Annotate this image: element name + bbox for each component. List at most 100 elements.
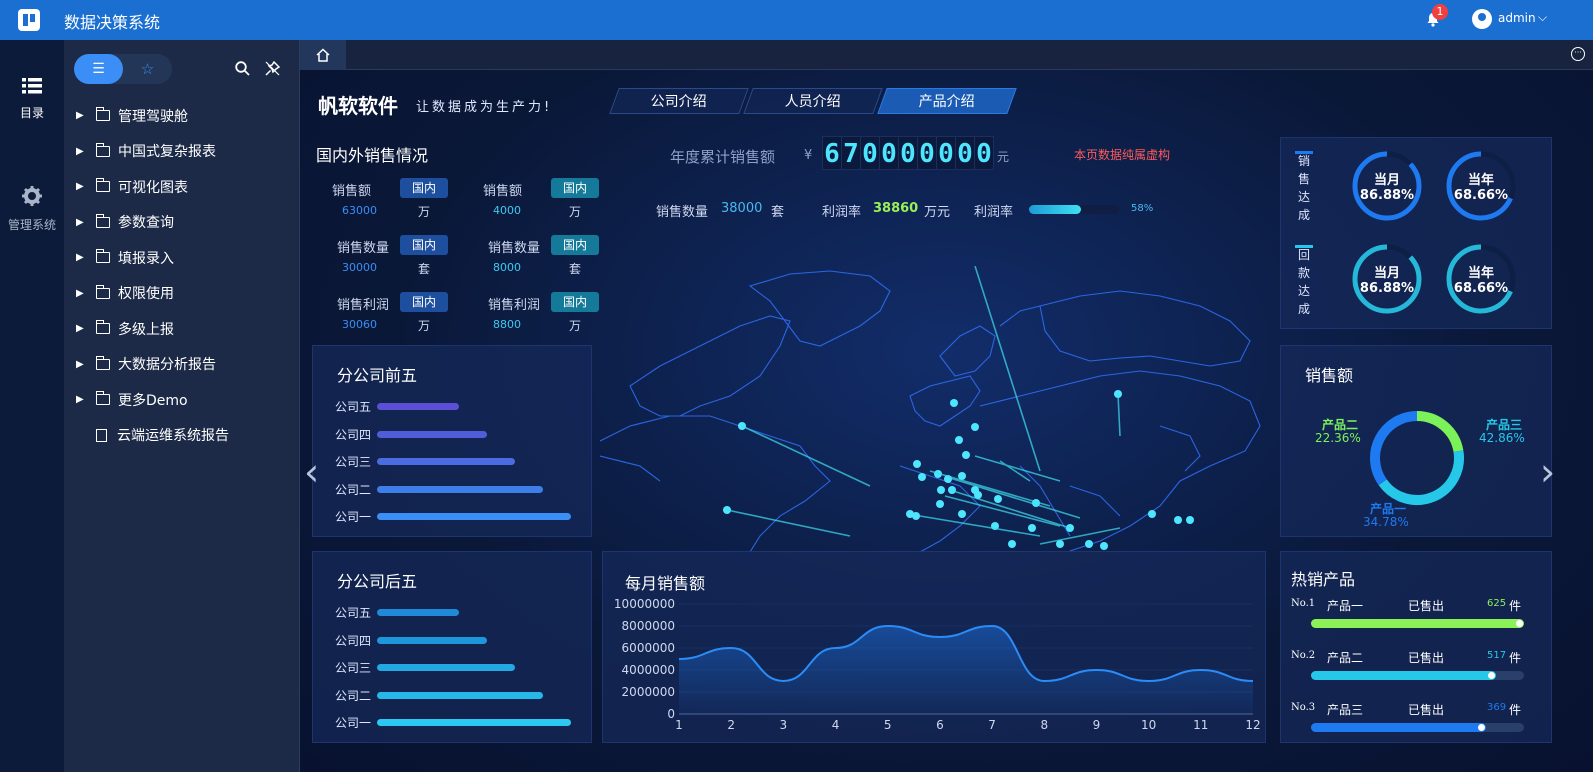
hot-product-row: No.2 产品二 已售出 517 件 bbox=[1291, 650, 1541, 690]
tree-item[interactable]: 云端运维系统报告 bbox=[64, 418, 300, 454]
rate-value: 58% bbox=[1131, 203, 1154, 214]
card-title: 分公司前五 bbox=[337, 366, 418, 385]
bar-label: 公司四 bbox=[335, 427, 372, 442]
tree-item[interactable]: ▶ 中国式复杂报表 bbox=[64, 134, 300, 170]
chevron-down-icon[interactable]: ⌵ bbox=[1538, 10, 1547, 25]
gauge-value: 86.88% bbox=[1359, 188, 1415, 203]
gauge-value: 86.88% bbox=[1359, 281, 1415, 296]
tree-item[interactable]: ▶ 可视化图表 bbox=[64, 169, 300, 205]
bar-label: 公司一 bbox=[335, 510, 372, 524]
more-icon[interactable]: ··· bbox=[1571, 47, 1585, 61]
gauge-label: 当年 68.66% bbox=[1446, 262, 1516, 296]
sold-label: 已售出 bbox=[1408, 703, 1445, 717]
tab-company[interactable]: 公司介绍 bbox=[609, 88, 749, 114]
profit-value: 38860 bbox=[873, 201, 919, 216]
sales-digit: 0 bbox=[917, 136, 937, 170]
search-icon[interactable] bbox=[235, 61, 250, 76]
metric-value: 63000 bbox=[342, 204, 377, 217]
bar-row: 公司二 bbox=[335, 479, 575, 499]
sold-count: 625 bbox=[1487, 598, 1507, 609]
bar-row: 公司三 bbox=[335, 657, 575, 677]
gear-icon bbox=[22, 186, 42, 206]
gauge-period: 当年 bbox=[1467, 266, 1494, 281]
home-tab[interactable] bbox=[300, 40, 346, 70]
tree-item-label: 大数据分析报告 bbox=[118, 357, 216, 374]
tree-item-label: 中国式复杂报表 bbox=[118, 144, 216, 161]
caret-right-icon[interactable]: ▶ bbox=[76, 181, 96, 192]
achievement-card: 销售达成 回款达成 当月 86.88% 当年 68.66% 当月 86.88% 当年 68.6… bbox=[1280, 137, 1552, 329]
region-toggle[interactable]: 国内 bbox=[400, 235, 448, 255]
gauge-value: 68.66% bbox=[1453, 188, 1509, 203]
bar-row: 公司五 bbox=[335, 602, 575, 622]
caret-right-icon[interactable]: ▶ bbox=[76, 394, 96, 405]
bar-label: 公司三 bbox=[335, 455, 372, 469]
tree-item[interactable]: ▶ 多级上报 bbox=[64, 311, 300, 347]
tab-product[interactable]: 产品介绍 bbox=[877, 88, 1017, 114]
rail-item-directory[interactable]: 目录 bbox=[0, 78, 64, 121]
metric-value: 8000 bbox=[493, 261, 521, 274]
y-tick-label: 8000000 bbox=[622, 619, 675, 633]
tree-item[interactable]: ▶ 大数据分析报告 bbox=[64, 347, 300, 383]
sales-digit: 0 bbox=[860, 136, 880, 170]
caret-right-icon[interactable]: ▶ bbox=[76, 217, 96, 228]
caret-right-icon[interactable]: ▶ bbox=[76, 110, 96, 121]
region-toggle[interactable]: 国内 bbox=[551, 292, 599, 312]
tree-item-label: 云端运维系统报告 bbox=[117, 428, 229, 445]
sales-digit: 0 bbox=[955, 136, 975, 170]
caret-right-icon[interactable]: ▶ bbox=[76, 359, 96, 370]
bottom-five-card: 分公司后五 公司五 公司四 公司三 公司二 公司一 bbox=[312, 551, 592, 743]
sales-digit: 0 bbox=[879, 136, 899, 170]
rank: No.1 bbox=[1291, 598, 1316, 609]
card-title: 热销产品 bbox=[1291, 570, 1356, 589]
avatar[interactable] bbox=[1472, 9, 1492, 29]
bar-label: 公司二 bbox=[335, 688, 372, 703]
hot-progress-fill bbox=[1311, 671, 1497, 680]
caret-right-icon[interactable]: ▶ bbox=[76, 323, 96, 334]
tree-item-label: 权限使用 bbox=[118, 286, 174, 303]
metric-label: 销售利润 bbox=[337, 298, 390, 313]
currency-symbol: ¥ bbox=[804, 148, 813, 163]
pin-icon[interactable] bbox=[265, 61, 280, 76]
region-toggle[interactable]: 国内 bbox=[400, 178, 448, 198]
hot-progress bbox=[1311, 619, 1524, 628]
bar bbox=[377, 609, 459, 616]
annual-sales-unit: 元 bbox=[997, 150, 1010, 164]
caret-right-icon[interactable]: ▶ bbox=[76, 252, 96, 263]
rail-item-admin[interactable]: 管理系统 bbox=[0, 186, 64, 233]
metric-unit: 万 bbox=[569, 319, 582, 333]
region-toggle[interactable]: 国内 bbox=[551, 235, 599, 255]
tree-item[interactable]: ▶ 权限使用 bbox=[64, 276, 300, 312]
tab-staff[interactable]: 人员介绍 bbox=[743, 88, 883, 114]
region-toggle[interactable]: 国内 bbox=[400, 292, 448, 312]
prev-page-arrow[interactable]: ‹ bbox=[304, 450, 319, 494]
sales-digit: 0 bbox=[936, 136, 956, 170]
tree-item-label: 填报录入 bbox=[118, 250, 174, 267]
tree-item[interactable]: ▶ 填报录入 bbox=[64, 240, 300, 276]
caret-right-icon[interactable]: ▶ bbox=[76, 288, 96, 299]
bar bbox=[377, 403, 459, 410]
sales-donut-chart: 产品二22.36% 产品三42.86% 产品一34.78% bbox=[1315, 411, 1525, 529]
x-tick-label: 12 bbox=[1245, 718, 1260, 732]
user-name[interactable]: admin bbox=[1498, 11, 1536, 25]
bar-row: 公司二 bbox=[335, 685, 575, 705]
bar bbox=[377, 664, 515, 671]
bar-row: 公司三 bbox=[335, 451, 575, 471]
tree-item[interactable]: ▶ 更多Demo bbox=[64, 382, 300, 418]
logo-icon[interactable] bbox=[18, 9, 40, 31]
gauge-label: 当月 86.88% bbox=[1352, 169, 1422, 203]
tree-item-label: 更多Demo bbox=[118, 392, 188, 409]
sales-share-card: 销售额 产品二 22.36% 产品三 42.86% 产品一 34.78% bbox=[1280, 345, 1552, 537]
x-tick-label: 6 bbox=[936, 718, 944, 732]
folder-icon bbox=[95, 178, 110, 193]
metric-unit: 套 bbox=[418, 262, 431, 276]
region-toggle[interactable]: 国内 bbox=[551, 178, 599, 198]
card-title: 分公司后五 bbox=[337, 572, 418, 591]
sold-count: 517 bbox=[1487, 650, 1507, 661]
next-page-arrow[interactable]: › bbox=[1540, 450, 1555, 494]
favorites-button[interactable]: ☆ bbox=[123, 54, 172, 84]
caret-right-icon[interactable]: ▶ bbox=[76, 146, 96, 157]
list-view-button[interactable]: ☰ bbox=[74, 54, 123, 84]
fiction-note: 本页数据纯属虚构 bbox=[1074, 148, 1171, 162]
tree-item[interactable]: ▶ 管理驾驶舱 bbox=[64, 98, 300, 134]
tree-item[interactable]: ▶ 参数查询 bbox=[64, 205, 300, 241]
